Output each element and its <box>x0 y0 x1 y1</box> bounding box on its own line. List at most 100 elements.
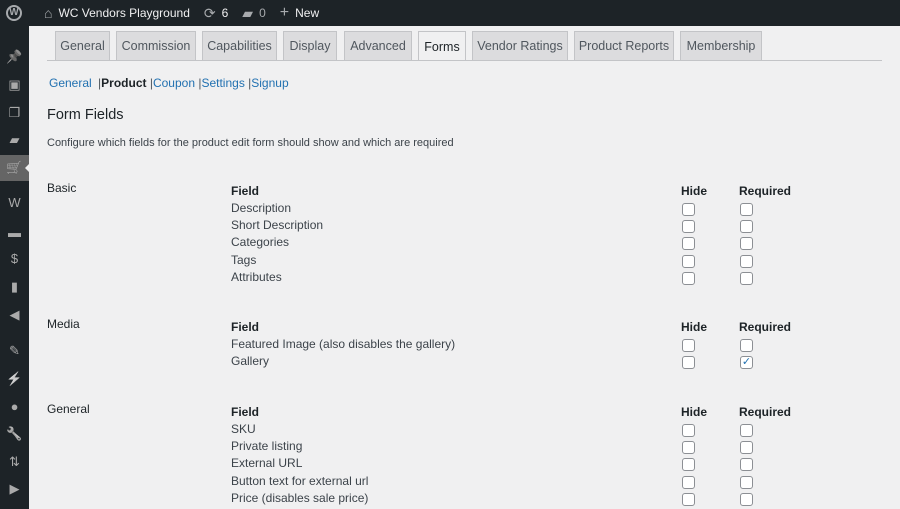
required-checkbox[interactable] <box>740 237 753 251</box>
hide-checkbox[interactable] <box>682 254 695 268</box>
required-checkbox[interactable] <box>740 458 753 472</box>
hide-checkbox[interactable] <box>682 271 695 285</box>
site-link[interactable]: ⌂ WC Vendors Playground <box>44 5 190 21</box>
subnav-product[interactable]: Product <box>101 76 146 90</box>
required-checkbox[interactable] <box>740 492 753 506</box>
sidebar-money-icon[interactable]: $ <box>0 245 29 271</box>
table-row: Short Description <box>231 218 791 235</box>
hide-header: Hide <box>681 405 708 419</box>
hide-checkbox[interactable] <box>682 220 695 234</box>
field-label: Tags <box>231 252 257 267</box>
tab-forms[interactable]: Forms <box>418 31 466 61</box>
sidebar-chart-icon[interactable]: ▮ <box>0 274 29 300</box>
table-row: Price (disables sale price) <box>231 491 791 508</box>
sidebar-media-icon[interactable]: ▣ <box>0 72 29 98</box>
field-label: Gallery <box>231 354 270 369</box>
field-label: SKU <box>231 422 256 436</box>
sidebar-settings-icon[interactable]: ⇅ <box>0 449 29 475</box>
sidebar-comments-icon[interactable]: ▰ <box>0 127 29 153</box>
field-label: Button text for external url <box>231 473 369 488</box>
table-header: Field Hide Required <box>231 184 791 201</box>
hide-checkbox[interactable] <box>682 356 695 370</box>
sidebar-cart-icon[interactable]: 🛒 <box>0 155 30 181</box>
sidebar-megaphone-icon[interactable]: ◀ <box>0 302 29 328</box>
sidebar-plugin-icon[interactable]: ⚡ <box>0 366 29 392</box>
plus-icon: + <box>279 4 290 21</box>
table-row: Featured Image (also disables the galler… <box>231 337 791 354</box>
table-row: External URL <box>231 456 791 473</box>
tab-membership[interactable]: Membership <box>680 31 762 60</box>
updates-link[interactable]: ⟳ 6 <box>204 5 228 22</box>
hide-checkbox[interactable] <box>682 237 695 251</box>
comment-icon: ▰ <box>242 4 254 21</box>
hide-checkbox[interactable] <box>682 441 695 455</box>
section-label: Basic <box>47 181 77 195</box>
sidebar-pin-icon[interactable]: 📌 <box>0 44 29 70</box>
hide-header: Hide <box>681 320 708 334</box>
field-header: Field <box>231 405 260 419</box>
required-checkbox[interactable] <box>740 441 753 455</box>
tab-commission[interactable]: Commission <box>116 31 196 60</box>
admin-bar: W ⌂ WC Vendors Playground ⟳ 6 ▰ 0 + New <box>0 0 900 26</box>
table-row: Attributes <box>231 270 791 287</box>
table-row: Description <box>231 201 791 218</box>
sidebar-brush-icon[interactable]: ✎ <box>0 338 29 364</box>
required-checkbox[interactable] <box>740 220 753 234</box>
sidebar-user-icon[interactable]: ● <box>0 393 29 419</box>
hide-checkbox[interactable] <box>682 475 695 489</box>
field-label: Price (disables sale price) <box>231 490 369 505</box>
hide-checkbox[interactable] <box>682 424 695 437</box>
table-header: Field Hide Required <box>231 320 791 337</box>
field-label: Categories <box>231 235 290 250</box>
sidebar-wrench-icon[interactable]: 🔧 <box>0 421 29 447</box>
sidebar-archive-icon[interactable]: ▬ <box>0 219 29 245</box>
subnav-signup[interactable]: Signup <box>251 76 288 90</box>
home-icon: ⌂ <box>44 5 53 21</box>
sub-navigation: General |Product |Coupon |Settings |Sign… <box>49 76 289 90</box>
tab-vendor-ratings[interactable]: Vendor Ratings <box>472 31 568 60</box>
required-checkbox[interactable] <box>740 475 753 489</box>
sidebar-pages-icon[interactable]: ❐ <box>0 100 29 126</box>
field-label: Featured Image (also disables the galler… <box>231 337 456 351</box>
table-row: Tags <box>231 253 791 270</box>
tab-advanced[interactable]: Advanced <box>344 31 412 60</box>
section-label: Media <box>47 317 80 331</box>
hide-checkbox[interactable] <box>682 339 695 352</box>
field-label: Description <box>231 201 292 215</box>
field-label: Private listing <box>231 439 303 454</box>
subnav-settings[interactable]: Settings <box>201 76 244 90</box>
hide-checkbox[interactable] <box>682 492 695 506</box>
table-row: Button text for external url <box>231 474 791 491</box>
required-checkbox[interactable] <box>740 339 753 352</box>
required-header: Required <box>739 184 792 198</box>
hide-checkbox[interactable] <box>682 203 695 216</box>
new-link[interactable]: + New <box>280 4 319 22</box>
field-header: Field <box>231 320 260 334</box>
page-title: Form Fields <box>47 107 124 123</box>
required-header: Required <box>739 405 792 419</box>
subnav-coupon[interactable]: Coupon <box>153 76 195 90</box>
table-header: Field Hide Required <box>231 405 791 422</box>
sidebar-woo-icon[interactable]: W <box>0 189 29 215</box>
hide-checkbox[interactable] <box>682 458 695 472</box>
required-checkbox[interactable] <box>740 271 753 285</box>
required-checkbox[interactable] <box>740 254 753 268</box>
required-checkbox[interactable] <box>740 203 753 216</box>
hide-header: Hide <box>681 184 708 198</box>
tab-general[interactable]: General <box>55 31 110 60</box>
field-label: Short Description <box>231 218 324 233</box>
page-description: Configure which fields for the product e… <box>47 137 454 149</box>
required-checkbox[interactable]: ✓ <box>740 356 753 370</box>
comments-link[interactable]: ▰ 0 <box>242 5 265 22</box>
wordpress-logo-icon[interactable]: W <box>6 5 22 21</box>
table-row: Categories <box>231 235 791 252</box>
sidebar-play-icon[interactable]: ▶ <box>0 476 29 502</box>
required-checkbox[interactable] <box>740 424 753 437</box>
tab-product-reports[interactable]: Product Reports <box>574 31 674 60</box>
field-header: Field <box>231 184 260 198</box>
subnav-general[interactable]: General <box>49 76 92 90</box>
tab-capabilities[interactable]: Capabilities <box>202 31 277 60</box>
field-label: Attributes <box>231 269 282 284</box>
table-row: Private listing <box>231 439 791 456</box>
tab-display[interactable]: Display <box>283 31 337 60</box>
